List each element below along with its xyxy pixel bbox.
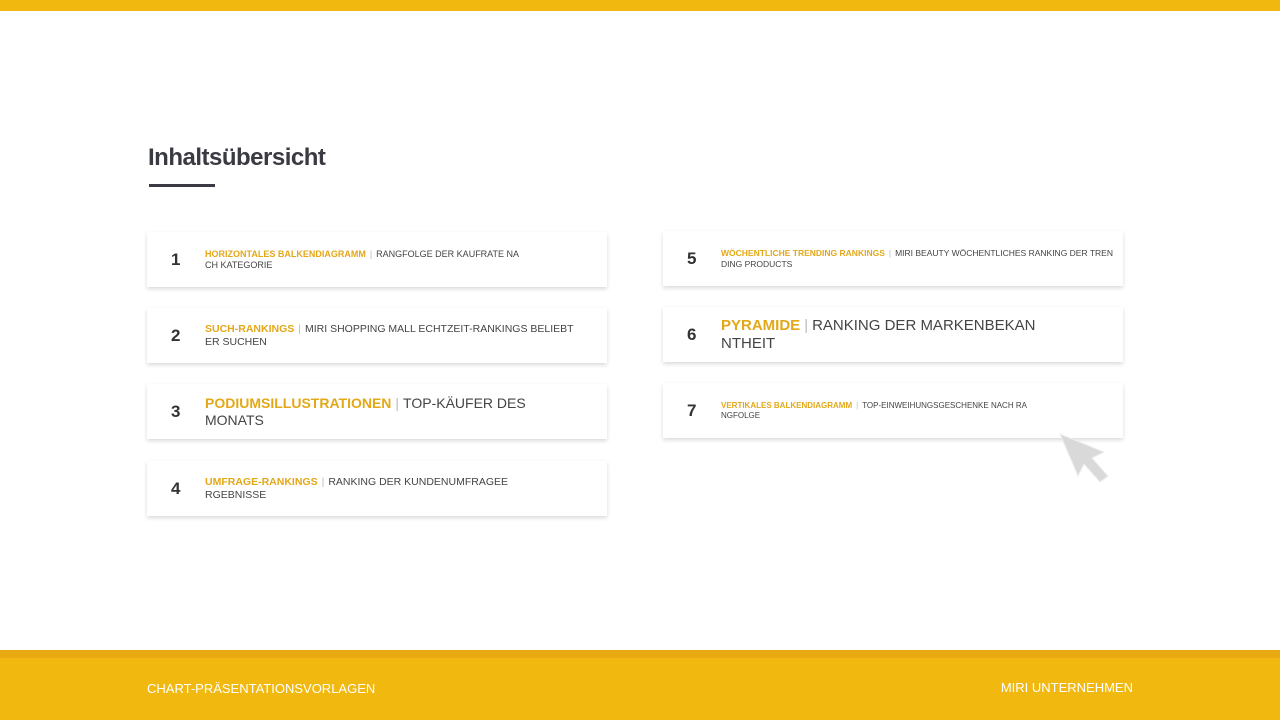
top-accent-bar	[0, 0, 1280, 11]
footer-left-text: CHART-PRÄSENTATIONSVORLAGEN	[147, 681, 376, 696]
item-description: MIRI SHOPPING MALL ECHTZEIT-RANKINGS BEL…	[304, 322, 574, 335]
separator: |	[888, 248, 892, 259]
separator: |	[804, 316, 809, 334]
item-description-cont: RGEBNISSE	[205, 488, 267, 501]
item-number: 4	[171, 478, 181, 498]
item-title: SUCH-RANKINGS	[205, 322, 295, 335]
item-description: RANKING DER KUNDENUMFRAGEE	[328, 475, 508, 488]
item-title: VERTIKALES BALKENDIAGRAMM	[721, 400, 853, 410]
item-description-cont: ER SUCHEN	[205, 335, 267, 348]
toc-item-6[interactable]: 6 PYRAMIDE | RANKING DER MARKENBEKAN NTHEI…	[663, 307, 1123, 362]
item-title: UMFRAGE-RANKINGS	[205, 475, 318, 488]
toc-item-4[interactable]: 4 UMFRAGE-RANKINGS | RANKING DER KUNDENUMF…	[147, 461, 607, 516]
item-description-cont: NGFOLGE	[721, 410, 761, 420]
item-description: RANKING DER MARKENBEKAN	[812, 316, 1036, 334]
item-description-cont: NTHEIT	[721, 334, 776, 352]
item-description-cont: CH KATEGORIE	[205, 259, 273, 270]
toc-item-2[interactable]: 2 SUCH-RANKINGS | MIRI SHOPPING MALL ECHTZ…	[147, 308, 607, 363]
page-title: Inhaltsübersicht	[148, 144, 326, 171]
separator: |	[856, 400, 859, 410]
toc-item-1[interactable]: 1 HORIZONTALES BALKENDIAGRAMM | RANGFOLGE …	[147, 232, 607, 287]
separator: |	[321, 475, 325, 488]
item-title: PODIUMSILLUSTRATIONEN	[205, 394, 392, 411]
item-number: 7	[687, 400, 697, 420]
item-title: HORIZONTALES BALKENDIAGRAMM	[205, 248, 366, 259]
item-number: 2	[171, 325, 181, 345]
separator: |	[395, 394, 400, 411]
mouse-pointer-icon	[1059, 433, 1109, 483]
item-description-cont: DING PRODUCTS	[721, 258, 793, 269]
item-title: WÖCHENTLICHE TRENDING RANKINGS	[721, 248, 885, 259]
item-description: RANGFOLGE DER KAUFRATE NA	[376, 248, 520, 259]
item-number: 6	[687, 324, 697, 344]
item-number: 1	[171, 249, 181, 269]
toc-item-5[interactable]: 5 WÖCHENTLICHE TRENDING RANKINGS | MIRI BE…	[663, 231, 1123, 286]
separator: |	[298, 322, 301, 335]
toc-item-7[interactable]: 7 VERTIKALES BALKENDIAGRAMM | TOP-EINWEIHU…	[663, 383, 1123, 438]
toc-item-3[interactable]: 3 PODIUMSILLUSTRATIONEN | TOP-KÄUFER DES M…	[147, 384, 607, 439]
item-number: 3	[171, 401, 181, 421]
item-title: PYRAMIDE	[721, 316, 801, 334]
item-description: TOP-KÄUFER DES	[403, 394, 526, 411]
separator: |	[369, 248, 373, 259]
item-description-cont: MONATS	[205, 411, 264, 428]
item-number: 5	[687, 248, 697, 268]
item-description: TOP-EINWEIHUNGSGESCHENKE NACH RA	[862, 400, 1027, 410]
title-underline	[149, 184, 215, 187]
footer-right-text: MIRI UNTERNEHMEN	[1000, 680, 1133, 695]
item-description: MIRI BEAUTY WÖCHENTLICHES RANKING DER TR…	[895, 248, 1113, 259]
